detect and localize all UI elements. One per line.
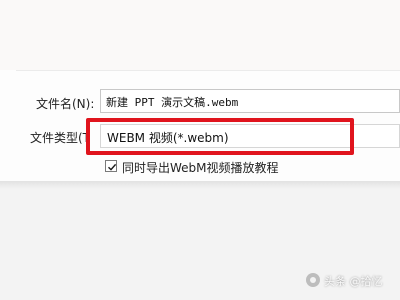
watermark-logo-icon [306, 273, 320, 287]
watermark-text: 头条 @拾忆 [324, 275, 383, 288]
dialog-top-area [0, 0, 400, 70]
dialog-bottom-shadow [0, 181, 400, 189]
export-tutorial-label: 同时导出WebM视频播放教程 [122, 161, 279, 175]
divider [16, 70, 400, 71]
file-name-label: 文件名(N): [36, 97, 95, 111]
export-tutorial-checkbox[interactable] [105, 160, 117, 172]
save-dialog: 文件名(N): 新建 PPT 演示文稿.webm 文件类型(T WEBM 视频(… [0, 0, 400, 181]
file-name-input[interactable]: 新建 PPT 演示文稿.webm [100, 89, 400, 113]
check-icon [108, 163, 117, 171]
file-name-value: 新建 PPT 演示文稿.webm [106, 96, 239, 109]
watermark: 头条 @拾忆 [306, 272, 386, 290]
file-type-label: 文件类型(T [30, 131, 91, 145]
highlight-box [86, 118, 354, 155]
